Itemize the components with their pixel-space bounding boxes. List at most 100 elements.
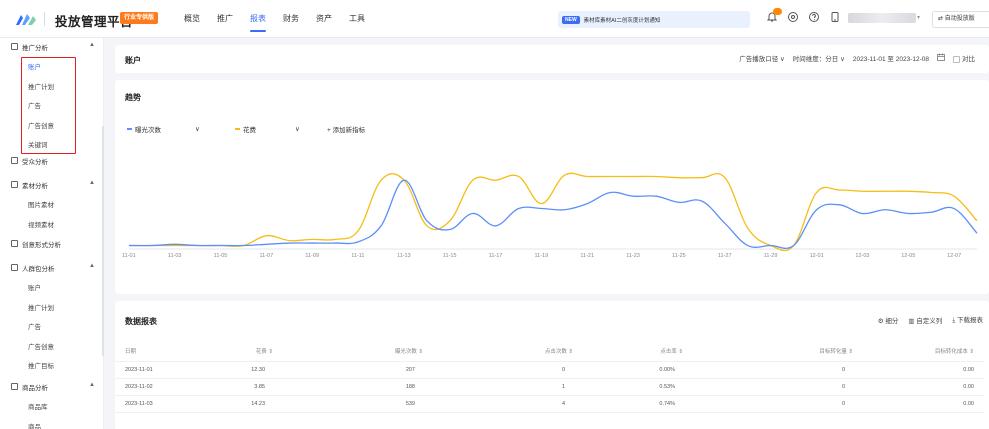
x-tick-label: 11-23 [626,253,640,259]
table-cell: 2023-11-02 [115,378,185,396]
sidebar-item-4-4[interactable]: 推广目标 [0,360,104,370]
sidebar-item-5-0[interactable]: 商品库 [0,401,104,411]
bell-icon[interactable] [766,8,782,23]
sidebar-group-2[interactable]: 素材分析 ▲ [0,180,104,190]
column-header-2[interactable]: 曝光次数 ⇕ [295,342,445,362]
sidebar-group-5[interactable]: 商品分析 ▲ [0,382,104,392]
top-bar: 投放管理平台 行业专供版 概览 推广 报表 财务 资产 工具 NEW 素材库素材AI二创灰… [0,0,989,38]
column-header-4[interactable]: 点击率 ⇕ [595,342,705,362]
cost-metric-label: 花费 [243,127,256,134]
sidebar-item-4-3[interactable]: 广告创意 [0,341,104,351]
sidebar-group-4[interactable]: 人群包分析 ▲ [0,263,104,273]
table-cell: 539 [295,395,445,413]
chevron-up-icon[interactable]: ▲ [89,382,95,388]
breakdown-button[interactable]: ⚙ 细分 [878,315,899,325]
date-range-picker[interactable]: 2023-11-01 至 2023-12-08 [853,53,929,63]
table-cell: 0 [705,395,875,413]
table-cell: 2023-11-03 [115,395,185,413]
sidebar-item-5-1[interactable]: 商品 [0,421,104,429]
nav-item-5[interactable]: 工具 [349,0,365,38]
chevron-down-icon[interactable]: ∨ [195,123,200,135]
sidebar-group-3[interactable]: 创意形式分析 [0,239,104,249]
compare-label: 对比 [962,56,975,63]
sidebar-item-2-1[interactable]: 视频素材 [0,219,104,229]
table-cell: 0.74% [595,395,705,413]
chevron-up-icon[interactable]: ▲ [89,263,95,269]
table-row[interactable]: 2023-11-03 14.23 539 4 0.74% 0 0.00 [115,395,984,413]
add-metric-button[interactable]: + 添加新指标 [327,123,365,135]
user-account-name[interactable] [848,13,916,23]
trend-title: 趋势 [125,93,141,102]
sidebar-item-4-1[interactable]: 推广计划 [0,302,104,312]
scope-select[interactable]: 广告播放口径 ∨ [739,53,785,63]
nav-item-3[interactable]: 财务 [283,0,299,38]
x-tick-label: 12-05 [901,253,916,259]
notice-text[interactable]: 素材库素材AI二创灰度计划通知 [584,16,661,24]
column-header-0[interactable]: 日期 [115,342,185,362]
chevron-up-icon[interactable]: ▲ [89,180,95,186]
calendar-icon[interactable] [937,53,945,63]
table-header-row: 日期 花费 ⇕ 曝光次数 ⇕ 点击次数 ⇕ 点击率 ⇕ 目标转化量 ⇕ 目标转化成本 ⇕ [115,342,984,362]
question-icon[interactable] [808,11,820,23]
chart-icon [11,43,18,50]
custom-columns-button[interactable]: ▥ 自定义列 [908,315,942,325]
sidebar-item-4-0[interactable]: 账户 [0,282,104,292]
exposure-legend-swatch [127,128,132,130]
compare-checkbox[interactable] [953,55,960,63]
table-row[interactable]: 2023-11-02 3.85 188 1 0.53% 0 0.00 [115,378,984,396]
image-icon [11,181,18,188]
brand-logo-icon[interactable] [14,10,38,28]
column-header-3[interactable]: 点击次数 ⇕ [445,342,595,362]
sidebar-item-2-0[interactable]: 图片素材 [0,199,104,209]
nav-item-0[interactable]: 概览 [184,0,200,38]
sidebar-item-4-2[interactable]: 广告 [0,321,104,331]
x-tick-label: 11-19 [534,253,549,259]
x-tick-label: 12-07 [947,253,962,259]
sidebar-group-1[interactable]: 受众分析 [0,156,104,166]
account-title: 账户 [125,56,141,65]
x-tick-label: 11-07 [259,253,274,259]
table-cell: 4 [445,395,595,413]
column-header-1[interactable]: 花费 ⇕ [185,342,295,362]
new-badge: NEW [562,15,580,24]
table-cell: 0.00 [875,378,984,396]
table-cell: 188 [295,378,445,396]
table-row[interactable]: 2023-11-01 12.30 207 0 0.00% 0 0.00 [115,361,984,379]
exposure-metric-label: 曝光次数 [135,127,161,134]
table-cell: 1 [445,378,595,396]
highlight-box [21,57,76,154]
chevron-down-icon[interactable]: ∨ [295,123,300,135]
granularity-select[interactable]: 时间维度：分日 ∨ [793,53,845,63]
compare-toggle[interactable]: 对比 [953,53,975,63]
mobile-icon[interactable] [829,11,841,23]
sidebar-group-label: 创意形式分析 [22,242,61,249]
nav-item-4[interactable]: 资产 [316,0,332,38]
column-header-5[interactable]: 目标转化量 ⇕ [705,342,875,362]
metric-select-exposure[interactable]: 曝光次数 [127,123,161,135]
auto-delivery-button[interactable]: ⇄ 自动投放版 [932,11,989,28]
x-tick-label: 11-27 [717,253,732,259]
x-tick-label: 11-01 [122,253,136,259]
x-tick-label: 11-29 [763,253,778,259]
download-report-button[interactable]: ⤓ 下载报表 [952,314,983,325]
trend-chart[interactable] [115,160,989,260]
metric-select-cost[interactable]: 花费 [235,123,256,135]
help-circle-icon[interactable] [787,11,799,23]
table-cell: 12.30 [185,361,295,379]
nav-item-2[interactable]: 报表 [250,0,266,38]
sidebar-group-label: 受众分析 [22,159,48,166]
table-cell: 0 [445,361,595,379]
nav-item-1[interactable]: 推广 [217,0,233,38]
table-cell: 14.23 [185,395,295,413]
column-header-6[interactable]: 目标转化成本 ⇕ [875,342,984,362]
notice-bar[interactable]: NEW 素材库素材AI二创灰度计划通知 [558,11,750,28]
table-actions: ⚙ 细分 ▥ 自定义列 ⤓ 下载报表 [868,314,983,325]
sidebar-group-0[interactable]: 推广分析 ▲ [0,42,104,52]
report-filters: 广告播放口径 ∨ 时间维度：分日 ∨ 2023-11-01 至 2023-12-… [739,53,983,63]
chevron-down-icon[interactable]: ▾ [917,14,920,21]
chevron-up-icon[interactable]: ▲ [89,42,95,48]
sidebar-group-label: 商品分析 [22,385,48,392]
top-nav: 概览 推广 报表 财务 资产 工具 [184,0,382,38]
x-tick-label: 11-03 [167,253,182,259]
x-tick-label: 11-09 [305,253,320,259]
